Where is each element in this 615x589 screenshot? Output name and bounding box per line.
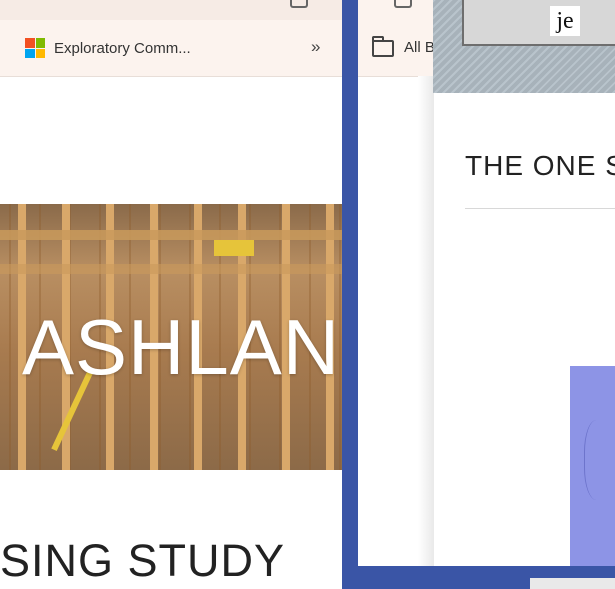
window-shadow: [418, 76, 434, 566]
tab-strip: [0, 0, 342, 20]
folder-icon[interactable]: [372, 36, 394, 57]
page-title: THE ONE S: [465, 150, 615, 181]
left-browser-window: Exploratory Comm... » ASHLAND SING STUDY: [0, 0, 342, 589]
bookmarks-overflow-icon[interactable]: »: [311, 37, 320, 57]
right-browser-window: All B je THE ONE S: [358, 0, 615, 566]
window-control-icon[interactable]: [394, 0, 412, 8]
framing-beam: [0, 264, 342, 274]
window-control-icon[interactable]: [290, 0, 308, 8]
site-logo[interactable]: je: [550, 6, 580, 36]
bookmarks-bar: Exploratory Comm... »: [0, 0, 342, 77]
hero-title: ASHLAND: [22, 303, 342, 391]
site-header: je: [433, 0, 615, 93]
divider: [465, 208, 615, 209]
all-bookmarks-label[interactable]: All B: [404, 39, 435, 56]
page-subtitle: SING STUDY: [0, 535, 286, 586]
bookmark-exploratory[interactable]: Exploratory Comm...: [25, 37, 191, 59]
background-window-edge: [530, 578, 615, 589]
bookmark-label: Exploratory Comm...: [54, 39, 191, 57]
bookmarks-bar: All B: [358, 0, 435, 77]
microsoft-logo-icon: [25, 38, 45, 58]
map-boundary-line: [584, 420, 615, 500]
framing-beam: [0, 230, 342, 240]
logo-frame: je: [462, 0, 615, 46]
yellow-board: [214, 240, 254, 256]
logo-text: je: [556, 8, 574, 34]
